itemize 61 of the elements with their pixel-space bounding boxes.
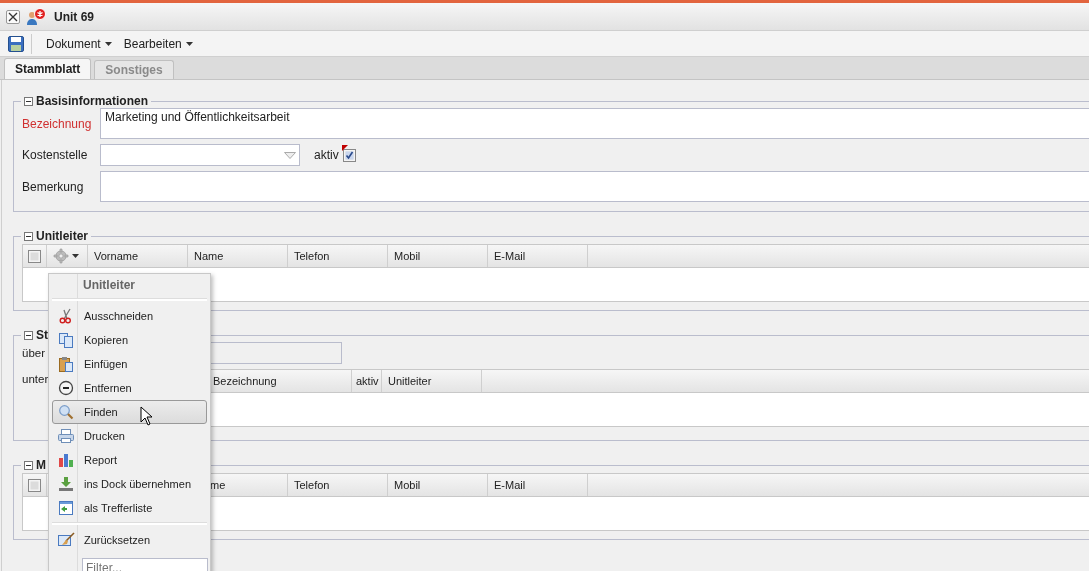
text-field[interactable] [100, 171, 1089, 202]
dropdown-field[interactable] [100, 144, 300, 166]
menu-item[interactable]: Kopieren [52, 328, 207, 352]
clipboard-icon [58, 356, 74, 372]
menu-item[interactable]: Zurücksetzen [52, 528, 207, 552]
window-title: Unit 69 [54, 9, 94, 24]
column-header[interactable]: Name [188, 245, 288, 267]
person-alert-icon [26, 7, 48, 26]
column-header[interactable]: E-Mail [488, 474, 588, 496]
column-header[interactable]: Mobil [388, 474, 488, 496]
printer-icon [57, 428, 75, 444]
column-header[interactable]: Unitleiter [382, 370, 482, 392]
menu-item[interactable]: Entfernen [52, 376, 207, 400]
collapse-icon[interactable] [24, 330, 33, 340]
broom-icon [57, 532, 75, 548]
bar-chart-icon [58, 452, 74, 468]
field-label: Bemerkung [22, 179, 85, 194]
field-label: Kostenstelle [22, 148, 89, 162]
tab[interactable]: Stammblatt [4, 58, 92, 79]
close-button[interactable] [6, 9, 20, 24]
cursor-icon [140, 406, 153, 426]
scissors-icon [58, 308, 74, 324]
menu-item[interactable]: Drucken [52, 424, 207, 448]
caret-icon [185, 41, 193, 46]
field-label: Bezeichnung [22, 116, 93, 131]
column-header[interactable]: Vorname [88, 245, 188, 267]
text-field[interactable]: Marketing und Öffentlichkeitsarbeit [100, 108, 1089, 139]
copy-icon [58, 332, 74, 348]
section-title: St [36, 328, 48, 342]
gear-icon [53, 248, 69, 264]
section-title: Basisinformationen [36, 94, 149, 108]
collapse-icon[interactable] [24, 96, 33, 106]
checkbox[interactable] [28, 478, 41, 492]
caret-icon [104, 41, 112, 46]
column-header[interactable]: Telefon [288, 474, 388, 496]
field-label: unter [22, 372, 50, 385]
menu-item[interactable]: Report [52, 448, 207, 472]
field-label: über [22, 347, 47, 359]
caret-icon [72, 254, 79, 258]
menu-item[interactable]: Einfügen [52, 352, 207, 376]
save-icon[interactable] [8, 35, 24, 52]
section-title: M [36, 458, 46, 472]
column-header[interactable]: E-Mail [488, 245, 588, 267]
minus-circle-icon [58, 380, 74, 396]
download-arrow-icon [58, 476, 74, 492]
checkbox[interactable] [342, 148, 356, 162]
search-icon [58, 404, 74, 420]
field-label: aktiv [314, 148, 339, 162]
collapse-icon[interactable] [24, 460, 33, 470]
column-header[interactable]: aktiv [352, 370, 382, 392]
checkbox[interactable] [28, 249, 41, 263]
menu-item[interactable]: Finden [52, 400, 207, 424]
section-title: Unitleiter [36, 229, 88, 243]
menu-button[interactable]: Dokument [40, 34, 118, 53]
column-header[interactable]: Telefon [288, 245, 388, 267]
menu-button[interactable]: Bearbeiten [117, 34, 199, 53]
menu-title: Unitleiter [83, 278, 135, 292]
column-header[interactable]: Mobil [388, 245, 488, 267]
collapse-icon[interactable] [24, 231, 33, 241]
menu-item[interactable]: als Trefferliste [52, 496, 207, 520]
menu-item[interactable]: Ausschneiden [52, 304, 207, 328]
